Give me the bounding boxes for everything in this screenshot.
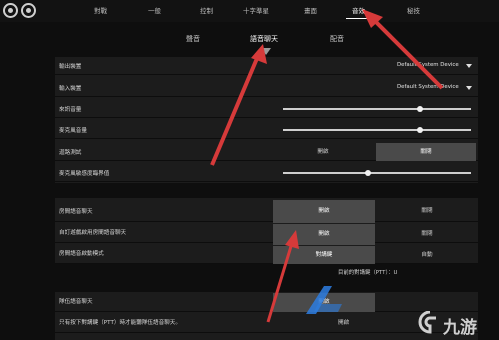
team-voice-panel: 隊伍語音聊天 只有按下對講鍵（PTT）時才能聽隊伍語音聊天。: [55, 292, 478, 340]
auto-join-on-option[interactable]: 開啟: [273, 224, 375, 245]
incoming-volume-row: 來訊音量: [55, 100, 478, 118]
input-device-dropdown[interactable]: Default System Device: [335, 83, 475, 93]
tab-controls[interactable]: 控制: [200, 5, 213, 15]
activation-mode-label: 房間語音啟動模式: [59, 251, 104, 257]
social-gear-icon[interactable]: [21, 3, 36, 18]
mic-volume-row: 麥克風音量: [55, 121, 478, 139]
chevron-down-icon: [466, 64, 472, 68]
mic-volume-label: 麥克風音量: [59, 128, 87, 134]
slider-knob[interactable]: [364, 170, 371, 176]
slider-knob[interactable]: [417, 106, 424, 112]
output-device-row: 輸出裝置 Default System Device: [55, 57, 478, 75]
auto-join-label: 自訂遊戲啟用房間語音聊天: [59, 230, 127, 236]
tab-crosshair[interactable]: 十字準星: [243, 5, 269, 15]
mic-threshold-label: 麥克風敏感度臨界值: [59, 171, 110, 177]
output-device-dropdown[interactable]: Default System Device: [335, 61, 475, 71]
loopback-off-option[interactable]: 關閉: [376, 143, 476, 161]
voice-settings-panel: 輸出裝置 Default System Device 輸入裝置 Default …: [55, 57, 478, 183]
tab-video[interactable]: 畫面: [304, 5, 317, 15]
tab-audio[interactable]: 音效: [352, 5, 365, 15]
team-voice-on-option[interactable]: 開啟: [273, 293, 375, 312]
output-device-value: Default System Device: [397, 62, 459, 68]
input-device-label: 輸入裝置: [59, 86, 82, 92]
ptt-only-option[interactable]: 開啟: [338, 318, 349, 326]
tab-combat[interactable]: 對戰: [94, 5, 107, 15]
output-device-label: 輸出裝置: [59, 64, 82, 70]
team-voice-label: 隊伍語音聊天: [59, 299, 93, 305]
loopback-test-row: 迴路測試 開啟 關閉: [55, 143, 478, 161]
tab-cheats[interactable]: 秘技: [407, 5, 420, 15]
ptt-only-row: 只有按下對講鍵（PTT）時才能聽隊伍語音聊天。: [55, 313, 478, 333]
loopback-test-label: 迴路測試: [59, 150, 82, 156]
ptt-only-label: 只有按下對講鍵（PTT）時才能聽隊伍語音聊天。: [59, 320, 181, 326]
party-voice-on-option[interactable]: 開啟: [273, 200, 375, 223]
active-tab-underline: [346, 18, 376, 19]
party-voice-label: 房間語音聊天: [59, 209, 93, 215]
slider-knob[interactable]: [417, 127, 424, 133]
team-voice-row: 隊伍語音聊天: [55, 292, 478, 312]
activation-ptt-option[interactable]: 對講鍵: [273, 246, 375, 264]
incoming-volume-slider[interactable]: [283, 106, 471, 112]
ptt-binding-text: 目前的對講鍵（PTT）：U: [338, 270, 398, 276]
auto-join-off-option[interactable]: 關閉: [377, 224, 477, 245]
mic-threshold-row: 麥克風敏感度臨界值: [55, 164, 478, 182]
settings-gear-icon[interactable]: [3, 3, 18, 18]
top-nav-bar: 對戰 一般 控制 十字準星 畫面 音效 秘技: [0, 0, 499, 22]
watermark-brand: 九游: [443, 318, 477, 338]
subtab-voice-over[interactable]: 配音: [330, 34, 344, 44]
party-voice-off-option[interactable]: 關閉: [377, 200, 477, 223]
chevron-down-icon: [466, 86, 472, 90]
subtab-sound[interactable]: 聲音: [186, 34, 200, 44]
incoming-volume-label: 來訊音量: [59, 107, 82, 113]
mic-volume-slider[interactable]: [283, 127, 471, 133]
input-device-row: 輸入裝置 Default System Device: [55, 79, 478, 97]
tab-general[interactable]: 一般: [148, 5, 161, 15]
subtab-indicator-icon: [261, 48, 271, 55]
mic-threshold-slider[interactable]: [283, 170, 471, 176]
loopback-on-option[interactable]: 開啟: [273, 143, 373, 161]
subtab-voice-chat[interactable]: 語音聊天: [250, 34, 278, 44]
input-device-value: Default System Device: [397, 84, 459, 90]
activation-auto-option[interactable]: 自動: [377, 246, 477, 264]
